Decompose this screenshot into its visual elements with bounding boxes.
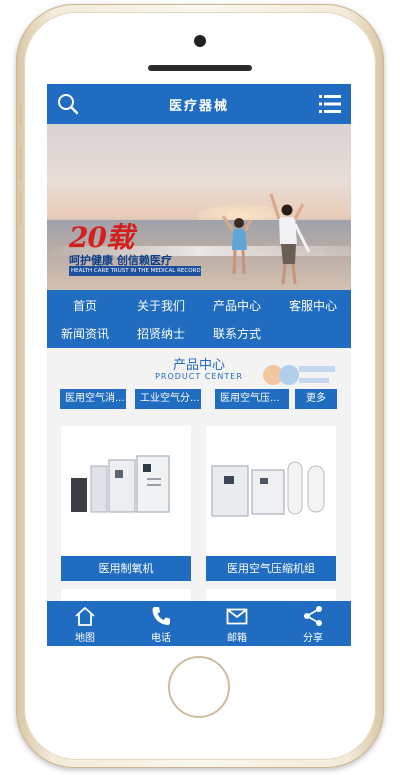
nav-item-news[interactable]: 新闻资讯	[47, 320, 123, 348]
nav-item-products[interactable]: 产品中心	[199, 292, 275, 320]
category-tab-medical-air-compressor[interactable]: 医用空气压...	[215, 389, 289, 409]
banner-years: 20载	[69, 221, 134, 254]
category-tab-industrial-air-separation[interactable]: 工业空气分...	[135, 389, 201, 409]
product-card[interactable]: 医用制氧机	[61, 426, 191, 581]
bottom-item-label: 分享	[303, 633, 323, 644]
nav-item-contact[interactable]: 联系方式	[199, 320, 275, 348]
product-card[interactable]: 医用空气压缩机组	[206, 426, 336, 581]
search-icon[interactable]	[57, 93, 79, 115]
bottom-item-phone[interactable]: 电话	[123, 601, 199, 646]
bottom-toolbar: 地图 电话 邮箱 分享	[47, 601, 351, 646]
phone-screen: 医疗器械 20载 呵护健康 创信赖医疗 HEALTH CARE TRUST IN…	[47, 84, 351, 646]
home-button[interactable]	[168, 656, 230, 718]
banner-slogan-en: HEALTH CARE TRUST IN THE MEDICAL RECORD	[69, 266, 201, 276]
bottom-item-map[interactable]: 地图	[47, 601, 123, 646]
home-icon	[75, 606, 95, 626]
bottom-item-label: 电话	[151, 633, 171, 644]
watermark-logo	[263, 365, 335, 385]
product-label[interactable]: 医用制氧机	[61, 556, 191, 581]
phone-icon	[152, 607, 170, 625]
bottom-item-share[interactable]: 分享	[275, 601, 351, 646]
nav-item-service[interactable]: 客服中心	[275, 292, 351, 320]
menu-icon[interactable]	[319, 94, 341, 114]
product-image-air-compressor-unit	[206, 426, 336, 556]
product-label[interactable]: 医用空气压缩机组	[206, 556, 336, 581]
volume-down-button	[18, 192, 22, 226]
silent-switch	[18, 104, 22, 126]
category-tab-medical-air-disinfection[interactable]: 医用空气消...	[60, 389, 126, 409]
bottom-item-mail[interactable]: 邮箱	[199, 601, 275, 646]
nav-item-careers[interactable]: 招贤纳士	[123, 320, 199, 348]
page-title: 医疗器械	[168, 98, 229, 114]
product-image-oxygen-generator	[61, 426, 191, 556]
bottom-item-label: 邮箱	[227, 633, 247, 644]
banner-slider[interactable]: 20载 呵护健康 创信赖医疗 HEALTH CARE TRUST IN THE …	[47, 124, 351, 290]
bottom-item-label: 地图	[75, 633, 95, 644]
top-bar: 医疗器械	[47, 84, 351, 124]
nav-item-home[interactable]: 首页	[47, 292, 123, 320]
mail-icon	[226, 608, 248, 625]
category-more-button[interactable]: 更多	[295, 389, 337, 409]
nav-item-about[interactable]: 关于我们	[123, 292, 199, 320]
volume-up-button	[18, 146, 22, 180]
share-icon	[304, 606, 322, 626]
main-nav: 首页 关于我们 产品中心 客服中心 新闻资讯 招贤纳士 联系方式	[47, 290, 351, 348]
earpiece-speaker	[148, 65, 252, 71]
front-camera	[194, 35, 206, 47]
